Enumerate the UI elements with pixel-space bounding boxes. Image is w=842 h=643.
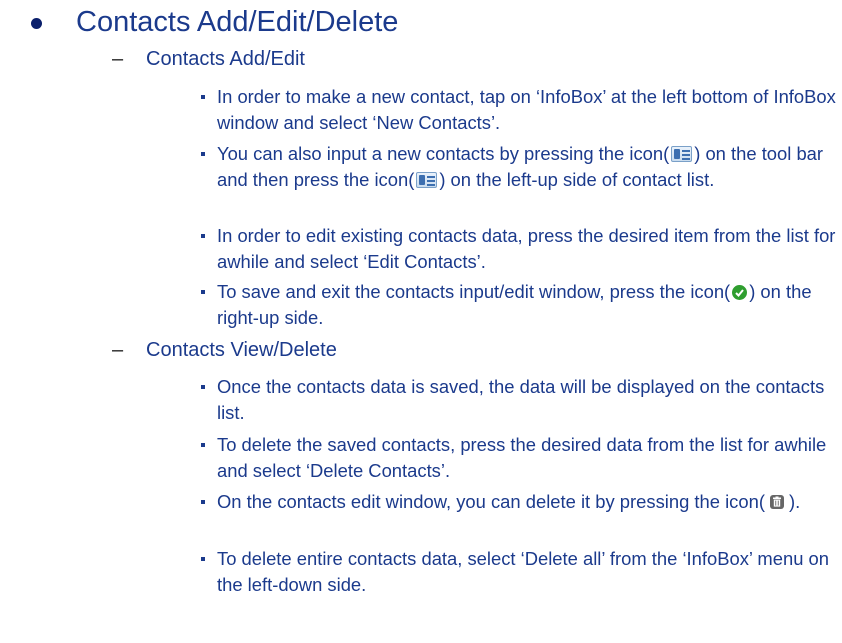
list-item-text: In order to edit existing contacts data,… (217, 223, 837, 275)
contact-card-icon (416, 172, 438, 188)
list-bullet (201, 95, 205, 99)
list-bullet (201, 234, 205, 238)
section-add-edit: – Contacts Add/Edit (112, 46, 812, 76)
slide-heading: Contacts Add/Edit/Delete (76, 6, 399, 38)
save-check-icon (732, 285, 748, 300)
list-item-text-part: In order to edit existing contacts data,… (217, 225, 836, 272)
list-bullet (201, 385, 205, 389)
section-title: Contacts View/Delete (146, 339, 337, 361)
list-item-text: You can also input a new contacts by pre… (217, 141, 837, 193)
list-bullet (201, 152, 205, 156)
list-item-text-part: Once the contacts data is saved, the dat… (217, 376, 825, 423)
list-item-text-part: You can also input a new contacts by pre… (217, 143, 670, 164)
section-view-delete: – Contacts View/Delete (112, 337, 812, 367)
list-item-text: To save and exit the contacts input/edit… (217, 279, 837, 331)
trash-icon (769, 491, 785, 509)
list-item-text-part: To delete entire contacts data, select ‘… (217, 548, 829, 595)
list-bullet (201, 500, 205, 504)
list-item-text-part: To save and exit the contacts input/edit… (217, 281, 731, 302)
list-item-text: Once the contacts data is saved, the dat… (217, 374, 837, 426)
contact-card-icon (671, 146, 693, 162)
list-item-text-part: ) on the left-up side of contact list. (439, 169, 715, 190)
section-dash: – (112, 339, 124, 361)
list-item-text: In order to make a new contact, tap on ‘… (217, 84, 837, 136)
heading-row: Contacts Add/Edit/Delete (31, 4, 831, 44)
list-bullet (201, 290, 205, 294)
list-bullet (201, 557, 205, 561)
list-item-text-part: To delete the saved contacts, press the … (217, 434, 827, 481)
list-bullet (201, 443, 205, 447)
list-item-text-part: ). (788, 491, 801, 512)
list-item-text: To delete the saved contacts, press the … (217, 432, 837, 484)
list-item-text: To delete entire contacts data, select ‘… (217, 546, 837, 598)
section-title: Contacts Add/Edit (146, 48, 305, 70)
slide: Contacts Add/Edit/Delete – Contacts Add/… (0, 0, 842, 643)
heading-bullet (31, 18, 42, 29)
list-item-text-part: In order to make a new contact, tap on ‘… (217, 86, 836, 133)
section-dash: – (112, 48, 124, 70)
list-item-text-part: On the contacts edit window, you can del… (217, 491, 765, 512)
list-item-text: On the contacts edit window, you can del… (217, 489, 837, 515)
